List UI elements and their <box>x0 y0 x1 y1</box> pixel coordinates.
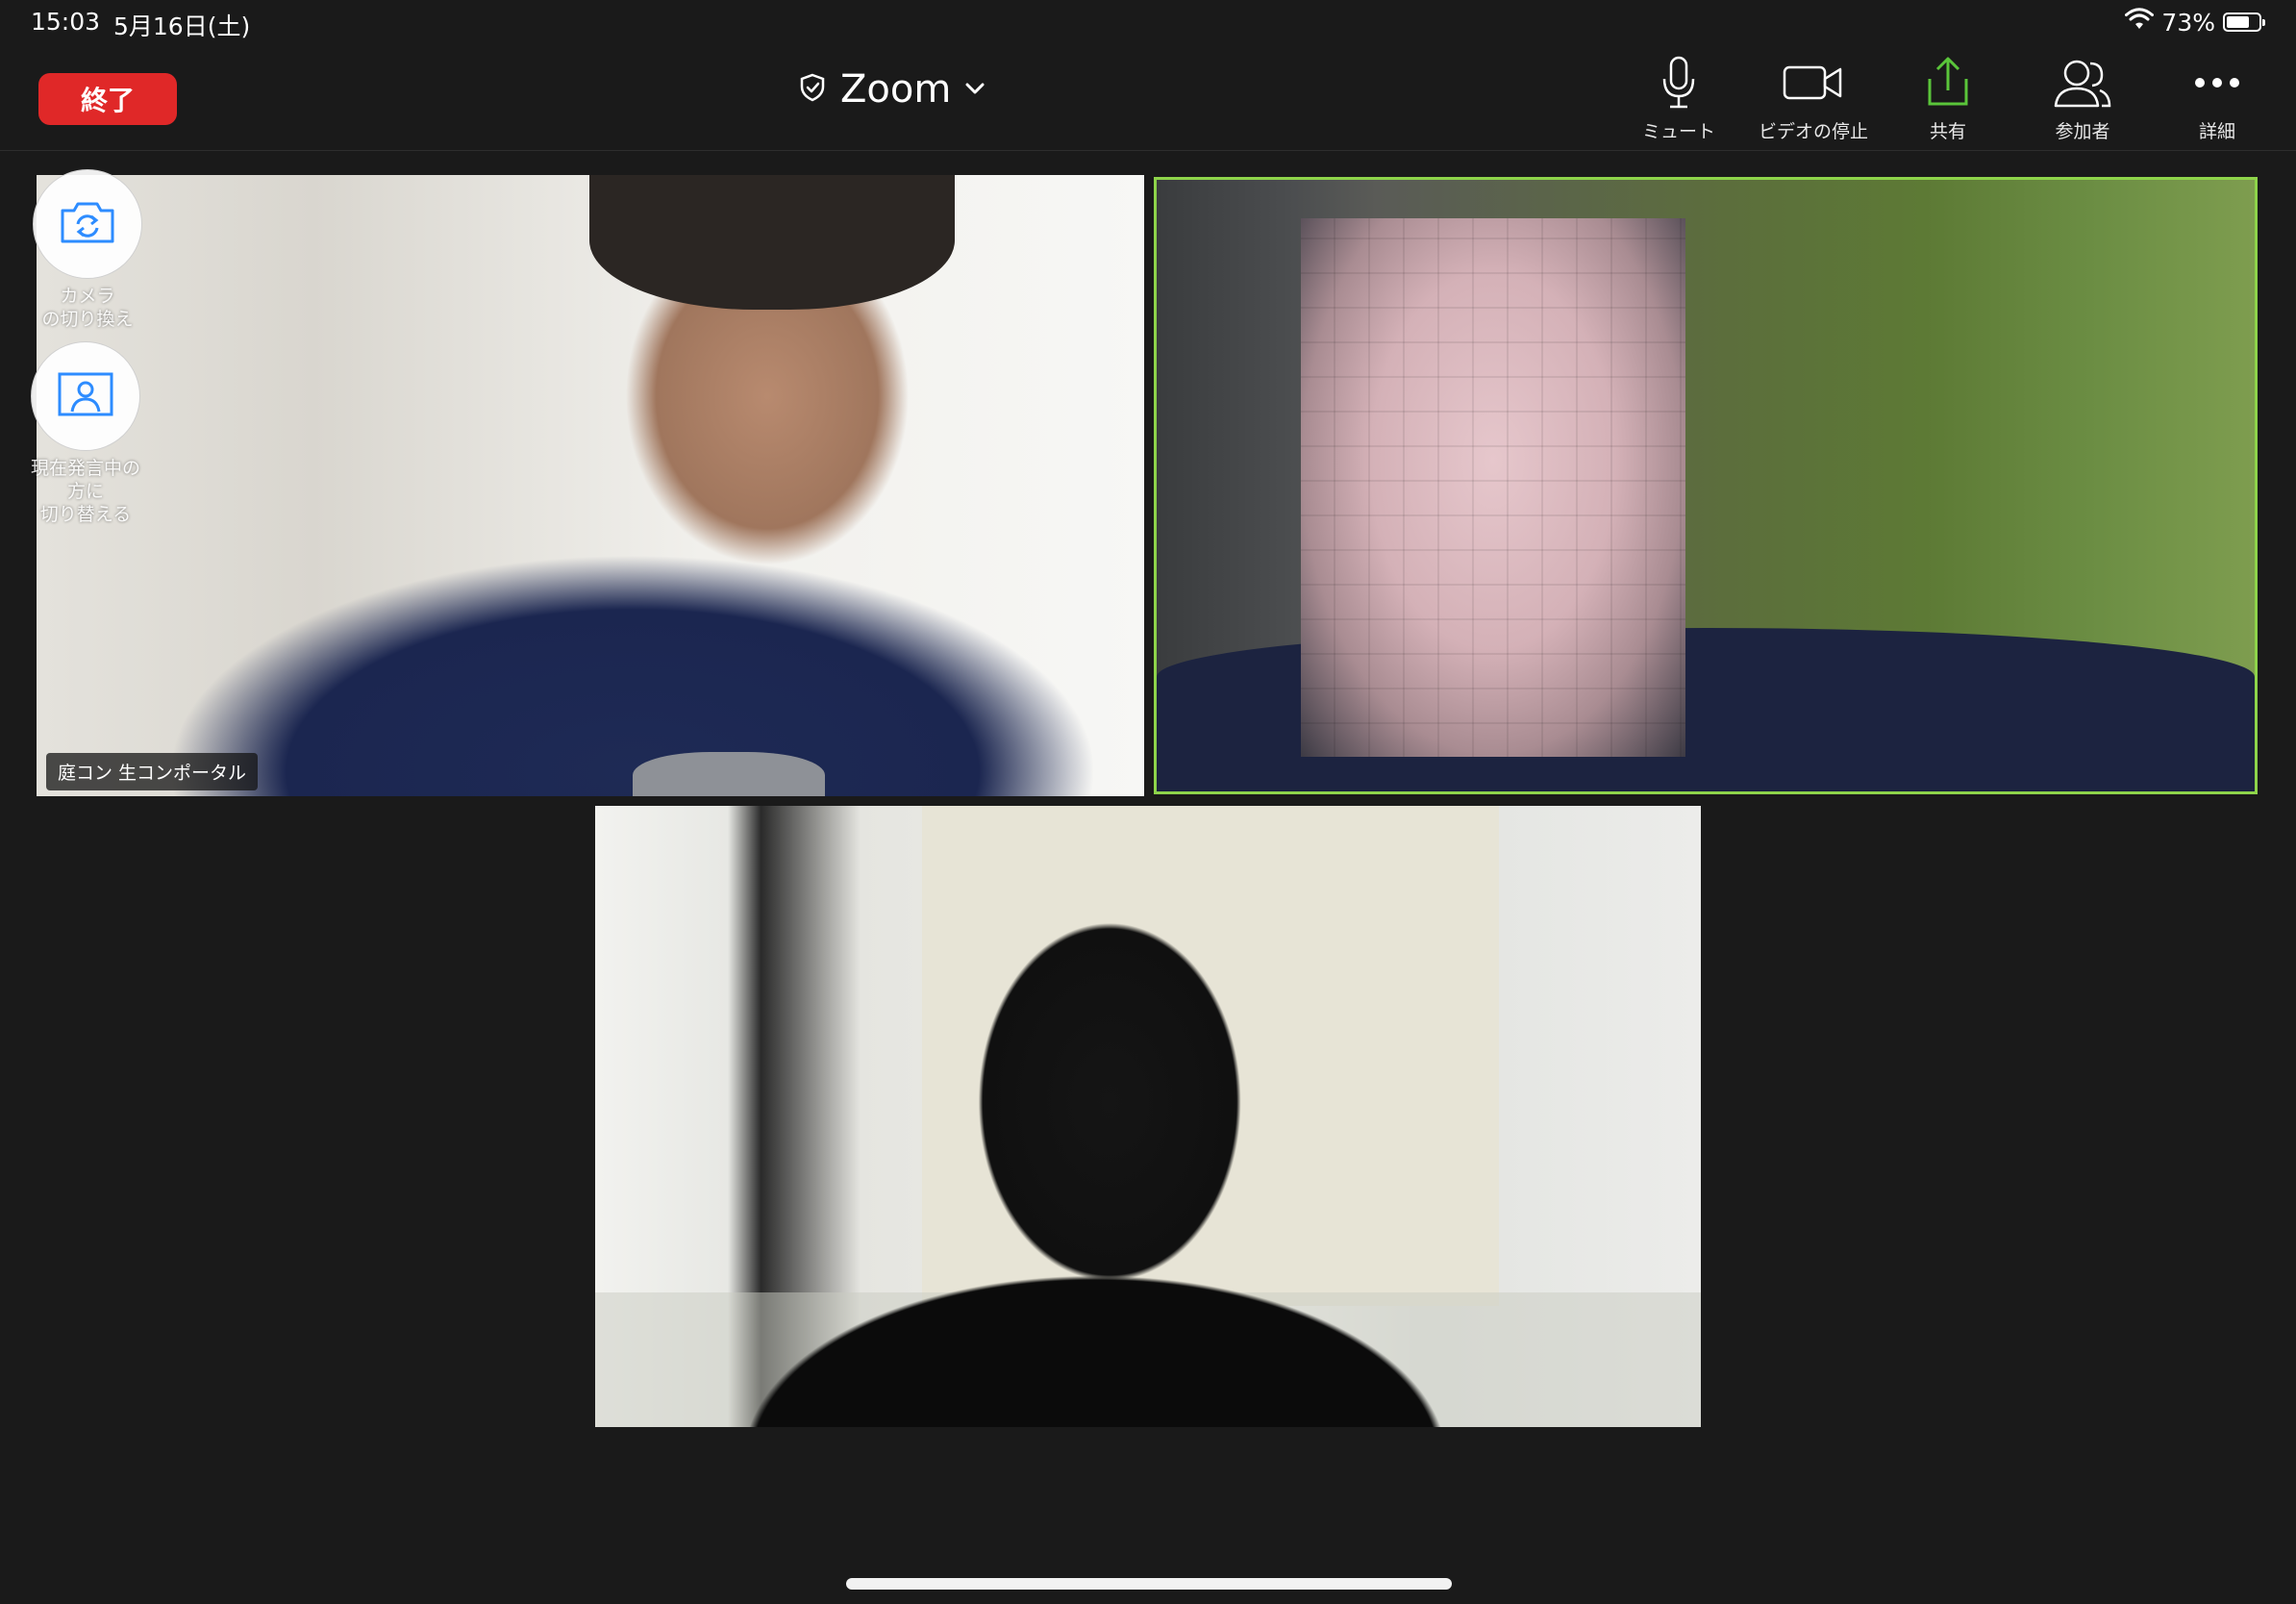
pixelated-face <box>1301 218 1685 757</box>
participant-silhouette <box>730 883 1460 1427</box>
switch-camera-circle <box>33 169 142 279</box>
active-speaker-icon <box>57 371 114 421</box>
share-label: 共有 <box>1929 121 1966 142</box>
video-tile-participant[interactable] <box>595 806 1701 1427</box>
video-camera-icon <box>1783 54 1844 112</box>
mute-label: ミュート <box>1641 121 1715 142</box>
wifi-icon <box>2125 8 2155 37</box>
participants-icon <box>2052 54 2113 112</box>
battery-icon <box>2223 13 2265 32</box>
status-right: 73% <box>2125 8 2265 37</box>
toolbar-actions: ミュート ビデオの停止 共有 参加者 詳細 <box>1611 54 2284 143</box>
share-button[interactable]: 共有 <box>1881 54 2015 143</box>
switch-camera-label: カメラ の切り換え <box>41 286 134 330</box>
switch-to-speaker-label: 現在発言中の 方に 切り替える <box>31 458 141 525</box>
participant-video <box>589 175 955 310</box>
participants-label: 参加者 <box>2055 121 2110 142</box>
mute-button[interactable]: ミュート <box>1611 54 1746 143</box>
meeting-title[interactable]: Zoom <box>798 67 986 112</box>
video-tile-self[interactable]: 庭コン 生コンポータル <box>37 175 1144 796</box>
shield-check-icon <box>798 72 827 107</box>
participant-name-tag: 庭コン 生コンポータル <box>46 753 259 790</box>
share-upload-icon <box>1924 54 1972 112</box>
microphone-icon <box>1660 54 1698 112</box>
meeting-toolbar: 終了 Zoom ミュート ビデオの停止 共有 参加者 詳細 <box>0 46 2296 151</box>
end-meeting-button[interactable]: 終了 <box>38 73 177 125</box>
video-tile-active-speaker[interactable] <box>1154 177 2258 794</box>
stop-video-label: ビデオの停止 <box>1758 121 1868 142</box>
participants-button[interactable]: 参加者 <box>2015 54 2150 143</box>
switch-to-speaker-button[interactable]: 現在発言中の 方に 切り替える <box>31 341 140 526</box>
more-dots-icon <box>2193 54 2241 112</box>
switch-to-speaker-circle <box>31 341 140 451</box>
camera-switch-icon <box>57 197 118 251</box>
meeting-title-text: Zoom <box>840 67 952 112</box>
more-button[interactable]: 詳細 <box>2150 54 2284 143</box>
status-time: 15:03 <box>31 8 101 36</box>
participant-shirt <box>633 752 825 796</box>
switch-camera-button[interactable]: カメラ の切り換え <box>33 169 142 331</box>
status-bar: 15:03 5月16日(土) 73% <box>0 0 2296 46</box>
chevron-down-icon <box>964 81 986 99</box>
battery-percent: 73% <box>2161 8 2215 37</box>
status-date: 5月16日(土) <box>113 13 251 40</box>
more-label: 詳細 <box>2198 121 2235 142</box>
home-indicator[interactable] <box>846 1578 1452 1590</box>
stop-video-button[interactable]: ビデオの停止 <box>1746 54 1881 143</box>
